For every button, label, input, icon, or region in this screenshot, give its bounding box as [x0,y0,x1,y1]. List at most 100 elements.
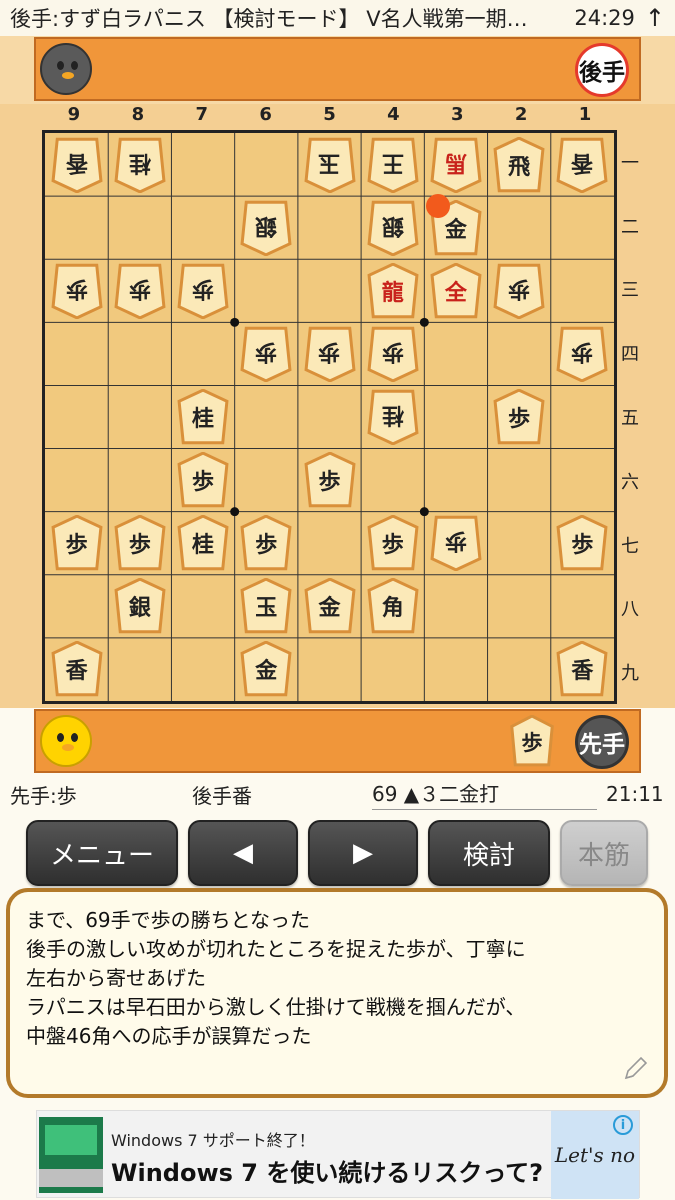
rank-label: 七 [621,535,639,557]
menu-button[interactable]: メニュー [26,820,178,886]
piece-sente[interactable]: 香 [51,641,103,697]
piece-sente[interactable]: 歩 [303,452,356,508]
piece-gote[interactable]: 歩 [493,263,545,319]
main-line-button: 本筋 [560,820,648,886]
piece-gote[interactable]: 銀 [367,200,419,256]
rank-label: 二 [621,216,639,238]
control-buttons: メニュー ◀ ▶ 検討 本筋 [0,818,675,888]
piece-sente[interactable]: 全 [430,262,482,319]
file-label: 2 [514,104,528,125]
rank-coordinates: 一二三四五六七八九 [617,130,643,704]
piece-sente[interactable]: 歩 [367,515,419,571]
file-label: 5 [323,104,336,125]
piece-sente[interactable]: 歩 [177,452,229,508]
piece-label: 歩 [571,338,594,364]
piece-label: 歩 [192,470,215,496]
piece-label: 歩 [255,533,278,559]
prev-button[interactable]: ◀ [188,820,298,886]
game-clock: 21:11 [606,782,664,806]
ad-headline: Windows 7 を使い続けるリスクって? [111,1159,544,1187]
comment-line: 左右から寄せあげた [26,966,206,990]
piece-gote[interactable]: 歩 [556,326,608,382]
piece-sente[interactable]: 金 [303,578,356,634]
piece-sente[interactable]: 歩 [51,515,103,571]
piece-label: 全 [444,280,467,306]
piece-gote[interactable]: 王 [367,137,419,193]
edit-pen-icon[interactable] [622,1054,650,1082]
piece-gote[interactable]: 香 [51,137,103,193]
piece-sente[interactable]: 角 [367,578,419,634]
ad-info-icon[interactable]: i [613,1115,633,1135]
sente-badge: 先手 [575,715,629,769]
hand-piece-label: 歩 [521,731,543,755]
piece-gote[interactable]: 歩 [177,263,229,319]
analyze-button[interactable]: 検討 [428,820,550,886]
piece-sente[interactable]: 歩 [240,515,292,571]
piece-label: 歩 [444,528,467,554]
piece-gote[interactable]: 玉 [303,137,356,193]
captured-pieces: 先手:歩 [10,783,77,808]
game-title: 後手:すず白ラパニス 【検討モード】 V名人戦第一期… [10,7,528,31]
gote-hand-bar: 後手 [34,37,641,101]
status-bar: 後手:すず白ラパニス 【検討モード】 V名人戦第一期… 24:29 ↑ [0,0,675,36]
piece-label: 桂 [192,533,215,559]
rank-label: 三 [621,280,639,302]
piece-gote[interactable]: 馬 [430,137,482,193]
comment-line: 中盤46角への応手が誤算だった [26,1024,312,1048]
sente-hand-piece[interactable]: 歩 [510,714,554,767]
file-label: 9 [67,104,81,125]
piece-sente[interactable]: 玉 [240,578,292,634]
piece-sente[interactable]: 歩 [556,515,608,571]
piece-gote[interactable]: 歩 [114,263,166,319]
piece-sente[interactable]: 歩 [114,515,166,571]
comment-line: まで、69手で歩の勝ちとなった [26,908,311,932]
piece-label: 飛 [508,154,531,180]
piece-sente[interactable]: 桂 [177,515,229,571]
piece-sente[interactable]: 銀 [114,578,166,634]
piece-gote[interactable]: 銀 [240,200,292,256]
status-time: 24:29 [574,6,635,30]
piece-label: 桂 [192,407,215,432]
next-button[interactable]: ▶ [308,820,418,886]
file-coordinates: 9 8 7 6 5 4 3 2 1 [42,104,617,128]
piece-label: 馬 [444,149,467,175]
piece-label: 歩 [381,338,404,364]
piece-label: 歩 [128,533,151,559]
piece-sente[interactable]: 飛 [493,136,545,193]
piece-gote[interactable]: 桂 [114,137,166,193]
piece-label: 歩 [65,275,88,301]
comment-line: 後手の激しい攻めが切れたところを捉えた歩が、丁寧に [26,937,526,961]
piece-label: 歩 [128,275,151,301]
piece-gote[interactable]: 歩 [240,326,292,382]
piece-label: 王 [381,149,404,175]
piece-label: 香 [571,659,594,685]
piece-sente[interactable]: 歩 [493,389,545,445]
piece-label: 歩 [508,407,531,432]
piece-sente[interactable]: 龍 [367,262,419,319]
rank-label: 八 [621,599,639,621]
piece-label: 歩 [318,470,341,496]
piece-gote[interactable]: 歩 [430,515,482,572]
piece-gote[interactable]: 歩 [367,326,419,382]
gote-avatar[interactable] [40,43,92,95]
piece-sente[interactable]: 金 [240,641,292,697]
piece-sente[interactable]: 香 [556,641,608,697]
piece-gote[interactable]: 歩 [51,263,103,319]
shogi-board[interactable]: 香桂玉王馬飛香銀銀金歩歩歩龍全歩歩歩歩歩桂桂歩歩歩歩歩桂歩歩歩歩銀玉金角香金香 [42,130,617,704]
piece-gote[interactable]: 桂 [367,389,419,445]
sente-avatar[interactable] [40,715,92,767]
comment-line: ラパニスは早石田から激しく仕掛けて戦機を掴んだが、 [26,995,526,1019]
comment-box[interactable]: まで、69手で歩の勝ちとなった 後手の激しい攻めが切れたところを捉えた歩が、丁寧… [6,888,668,1098]
piece-label: 銀 [381,212,404,238]
piece-gote[interactable]: 歩 [303,326,356,382]
ad-banner[interactable]: Windows 7 サポート終了！ Windows 7 を使い続けるリスクって?… [36,1110,640,1199]
file-label: 6 [259,104,272,125]
piece-gote[interactable]: 香 [556,137,608,193]
piece-label: 銀 [128,596,151,622]
move-record[interactable]: 69 ▲３二金打 [372,778,597,810]
piece-sente[interactable]: 桂 [177,389,229,445]
file-label: 8 [131,104,145,125]
piece-label: 歩 [192,275,215,301]
gote-badge: 後手 [575,43,629,97]
up-arrow-icon[interactable]: ↑ [645,4,665,32]
